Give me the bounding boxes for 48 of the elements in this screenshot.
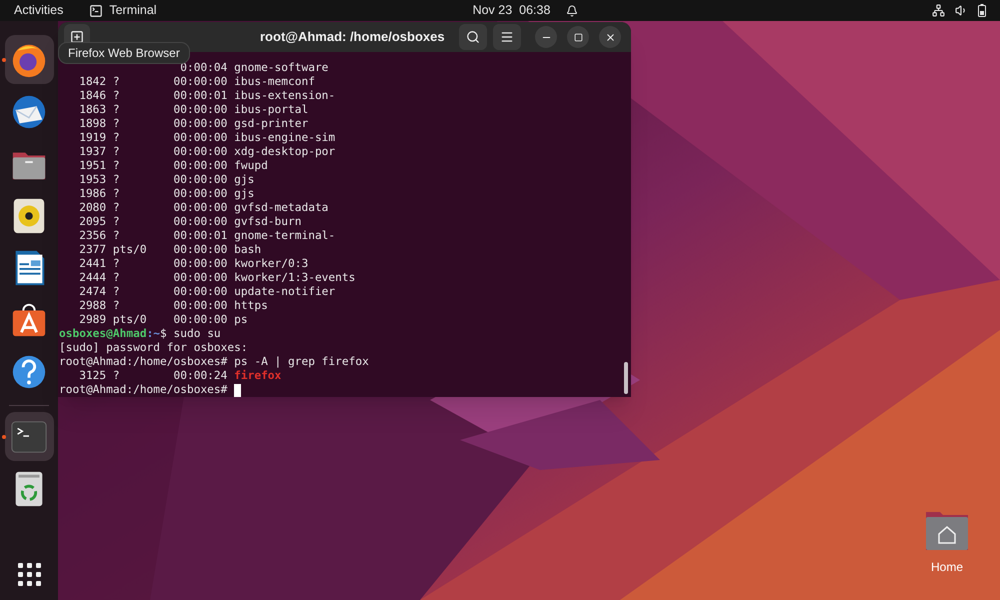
terminal-line: 1846 ? 00:00:01 ibus-extension-: [78, 89, 336, 103]
close-icon: [604, 32, 616, 42]
maximize-button[interactable]: [567, 26, 589, 48]
terminal-line: 1919 ? 00:00:00 ibus-engine-sim: [78, 131, 336, 145]
search-button[interactable]: [459, 24, 487, 50]
terminal-line: 2080 ? 00:00:00 gvfsd-metadata: [78, 201, 328, 215]
terminal-line: 1898 ? 00:00:00 gsd-printer: [78, 117, 308, 131]
terminal-line: 1986 ? 00:00:00 gjs: [78, 187, 254, 201]
dock-item[interactable]: [4, 35, 54, 84]
menu-icon: [500, 30, 514, 44]
terminal-line: 2989 pts/0 00:00:00 ps: [78, 313, 248, 327]
maximize-icon: [574, 32, 582, 42]
window-title: root@Ahmad: /home/osboxes: [260, 28, 445, 46]
terminal-line: 1842 ? 00:00:00 ibus-memconf: [78, 75, 315, 89]
terminal-line: 2474 ? 00:00:00 update-notifier: [78, 285, 336, 299]
home-folder-icon[interactable]: [924, 510, 970, 552]
menu-button[interactable]: [493, 24, 521, 50]
volume-icon[interactable]: [955, 4, 968, 17]
app-menu[interactable]: Terminal: [109, 1, 157, 20]
battery-icon[interactable]: [978, 4, 986, 17]
close-button[interactable]: [599, 26, 621, 48]
scrollbar-thumb[interactable]: [624, 362, 628, 394]
terminal-line: 2356 ? 00:00:01 gnome-terminal-: [78, 229, 336, 243]
search-icon: [466, 30, 480, 44]
plus-icon: [70, 30, 84, 44]
terminal-line: 2441 ? 00:00:00 kworker/0:3: [78, 257, 308, 271]
terminal-line: 2988 ? 00:00:00 https: [78, 299, 268, 313]
activities-button[interactable]: Activities: [14, 1, 64, 20]
network-icon[interactable]: [932, 4, 945, 17]
terminal-line: [sudo] password for osboxes:: [59, 341, 248, 355]
terminal-line: 1937 ? 00:00:00 xdg-desktop-por: [78, 145, 336, 159]
terminal-line: 1951 ? 00:00:00 fwupd: [78, 159, 268, 173]
desktop-icon-label[interactable]: Home: [930, 558, 963, 576]
tooltip: Firefox Web Browser: [58, 42, 190, 64]
terminal-line: 1863 ? 00:00:00 ibus-portal: [78, 103, 308, 117]
terminal-line: 2377 pts/0 00:00:00 bash: [78, 243, 262, 257]
terminal-line: 2095 ? 00:00:00 gvfsd-burn: [78, 215, 302, 229]
terminal-line: osboxes@Ahmad:~$ sudo su: [59, 327, 221, 341]
terminal-line: 3125 ? 00:00:24 firefox: [78, 369, 282, 383]
terminal-line: root@Ahmad:/home/osboxes# ps -A | grep firefox: [59, 355, 369, 369]
clock[interactable]: Nov 23 06:38: [472, 1, 550, 20]
terminal-icon: [89, 4, 104, 18]
terminal-line: 0:00:04 gnome-software: [179, 61, 328, 75]
app-grid-icon[interactable]: [17, 562, 41, 586]
terminal-line: 1953 ? 00:00:00 gjs: [78, 173, 254, 187]
terminal-line: root@Ahmad:/home/osboxes#: [59, 383, 228, 397]
notification-bell-icon[interactable]: [566, 4, 578, 16]
terminal-line: 2444 ? 00:00:00 kworker/1:3-events: [78, 271, 356, 285]
